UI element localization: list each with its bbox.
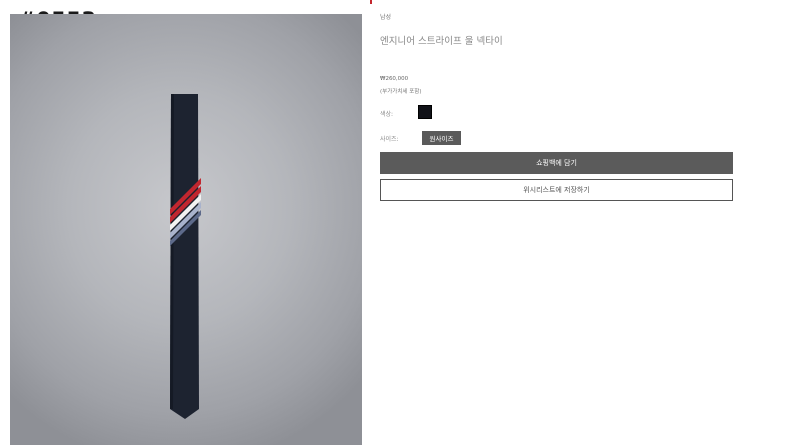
necktie-illustration <box>170 94 201 419</box>
size-label: 사이즈: <box>380 136 399 143</box>
top-accent-mark <box>370 0 372 4</box>
size-option-button[interactable]: 원사이즈 <box>422 131 461 145</box>
color-swatch[interactable] <box>418 105 432 119</box>
add-to-cart-button[interactable]: 쇼핑백에 담기 <box>380 152 733 174</box>
product-price: ₩260,000 <box>380 76 409 82</box>
necktie-body <box>170 94 199 419</box>
vat-note: (부가가치세 포함) <box>380 89 422 95</box>
product-image <box>10 14 362 445</box>
color-label: 색상: <box>380 111 394 118</box>
product-title: 엔지니어 스트라이프 울 넥타이 <box>380 36 503 47</box>
breadcrumb[interactable]: 남성 <box>380 12 391 21</box>
save-to-wishlist-button[interactable]: 위시리스트에 저장하기 <box>380 179 733 201</box>
